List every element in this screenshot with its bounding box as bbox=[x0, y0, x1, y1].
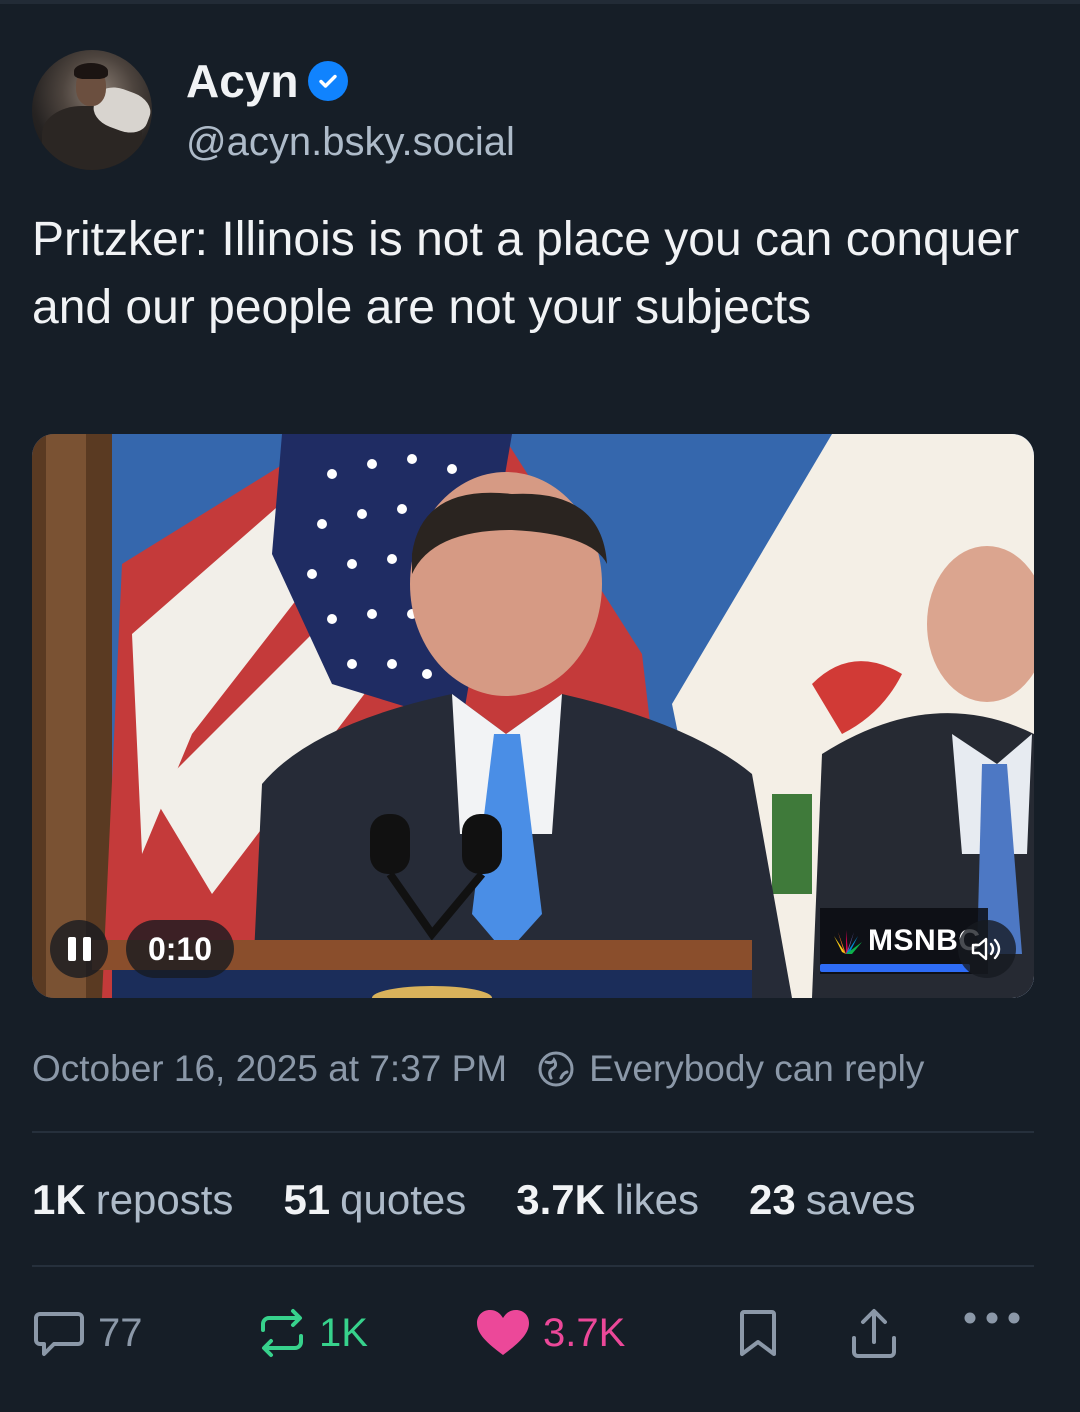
share-button[interactable] bbox=[850, 1308, 898, 1360]
verified-badge-icon bbox=[308, 61, 349, 101]
repost-icon bbox=[261, 1309, 303, 1357]
divider bbox=[32, 1265, 1034, 1267]
stat-saves[interactable]: 23 saves bbox=[749, 1176, 915, 1224]
action-bar: 77 1K 3.7K bbox=[32, 1308, 1034, 1368]
top-divider bbox=[0, 0, 1080, 4]
post-meta: October 16, 2025 at 7:37 PM Everybody ca… bbox=[32, 1048, 924, 1090]
stat-quotes[interactable]: 51 quotes bbox=[283, 1176, 466, 1224]
repost-count: 1K bbox=[319, 1310, 368, 1355]
post-stats: 1K reposts 51 quotes 3.7K likes 23 saves bbox=[32, 1176, 915, 1224]
post-text: Pritzker: Illinois is not a place you ca… bbox=[32, 213, 1020, 334]
pause-button[interactable] bbox=[50, 920, 108, 978]
repost-button[interactable]: 1K bbox=[257, 1308, 368, 1358]
reply-button[interactable]: 77 bbox=[32, 1308, 143, 1358]
share-icon bbox=[852, 1309, 896, 1358]
divider bbox=[32, 1131, 1034, 1133]
pause-icon bbox=[67, 937, 76, 961]
display-name[interactable]: Acyn bbox=[186, 54, 298, 108]
reply-icon bbox=[34, 1312, 84, 1356]
reply-count: 77 bbox=[98, 1310, 143, 1355]
video-elapsed-time: 0:10 bbox=[126, 920, 234, 978]
bookmark-icon bbox=[740, 1310, 776, 1356]
avatar[interactable] bbox=[32, 50, 152, 170]
post-header: Acyn @acyn.bsky.social bbox=[32, 50, 1032, 172]
speaker-icon bbox=[971, 937, 1001, 961]
author-name-row[interactable]: Acyn bbox=[186, 54, 349, 108]
stat-likes[interactable]: 3.7K likes bbox=[516, 1176, 699, 1224]
like-button[interactable]: 3.7K bbox=[475, 1308, 625, 1358]
more-options-button[interactable] bbox=[962, 1308, 1022, 1328]
reply-setting[interactable]: Everybody can reply bbox=[589, 1048, 924, 1090]
author-handle[interactable]: @acyn.bsky.social bbox=[186, 120, 515, 165]
stat-reposts[interactable]: 1K reposts bbox=[32, 1176, 233, 1224]
more-icon bbox=[964, 1312, 1020, 1324]
volume-button[interactable] bbox=[958, 920, 1016, 978]
peacock-logo-icon bbox=[834, 930, 862, 954]
heart-icon bbox=[477, 1310, 529, 1355]
globe-icon bbox=[538, 1051, 574, 1087]
post-timestamp[interactable]: October 16, 2025 at 7:37 PM bbox=[32, 1048, 507, 1090]
like-count: 3.7K bbox=[543, 1310, 626, 1355]
bookmark-button[interactable] bbox=[736, 1308, 780, 1358]
